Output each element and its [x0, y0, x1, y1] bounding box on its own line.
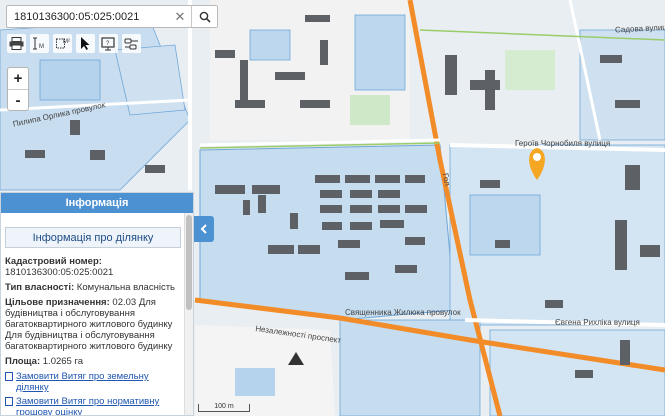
settings-sliders-icon	[124, 38, 138, 49]
parcel-area	[339, 319, 481, 416]
search-box: ✕	[6, 5, 218, 28]
panel-subtitle: Інформація про ділянку	[5, 227, 181, 248]
clear-search-button[interactable]: ✕	[169, 6, 191, 27]
order-valuation-row: Замовити Витяг про нормативну грошову оц…	[5, 396, 181, 415]
printer-icon	[9, 37, 24, 50]
parcel-area	[354, 14, 406, 91]
parcel-info: Кадастровий номер: 1810136300:05:025:002…	[5, 256, 181, 415]
select-button[interactable]	[76, 34, 95, 53]
panel-title: Інформація	[1, 193, 193, 213]
panel-body: Інформація про ділянку Кадастровий номер…	[1, 213, 185, 415]
search-button[interactable]	[191, 6, 217, 27]
purpose-label: Цільове призначення:	[5, 297, 110, 308]
cadastral-label: Кадастровий номер:	[5, 256, 102, 267]
info-screen-button[interactable]: ?	[99, 34, 118, 53]
green-area	[505, 50, 555, 90]
parcel-area	[579, 29, 665, 141]
area-icon: M²	[56, 38, 70, 49]
monitor-icon: ?	[101, 36, 115, 50]
area-label: Площа:	[5, 356, 41, 367]
svg-text:?: ?	[106, 41, 110, 47]
zoom-control: + -	[7, 67, 29, 111]
ruler-icon: M	[33, 37, 44, 50]
parcel-area	[39, 59, 101, 101]
measure-distance-button[interactable]: M	[30, 34, 49, 53]
area-value: 1.0265 га	[42, 356, 84, 367]
cadastral-value: 1810136300:05:025:0021	[5, 267, 114, 278]
chevron-left-icon	[200, 224, 207, 234]
parcel-area	[249, 29, 291, 61]
cursor-icon	[81, 37, 90, 50]
green-area	[350, 95, 390, 125]
layers-button[interactable]	[122, 34, 141, 53]
map-scale: 100 m	[198, 403, 250, 412]
ownership-label: Тип власності:	[5, 282, 75, 293]
order-extract-row: Замовити Витяг про земельну ділянку	[5, 371, 181, 393]
info-panel: Інформація Інформація про ділянку Кадаст…	[0, 192, 194, 416]
zoom-out-button[interactable]: -	[8, 89, 28, 110]
document-icon	[5, 397, 13, 406]
scrollbar-thumb[interactable]	[186, 215, 192, 310]
search-icon	[199, 11, 211, 23]
parcel-area	[199, 144, 456, 321]
water-area	[235, 368, 275, 396]
zoom-in-button[interactable]: +	[8, 68, 28, 89]
panel-scrollbar[interactable]	[184, 213, 193, 415]
street-label-chornobyl: Героїв Чорнобиля вулиця	[515, 139, 611, 148]
document-icon	[5, 372, 13, 381]
print-button[interactable]	[7, 34, 26, 53]
street-label-sviashchennyka: Священника Жилюка провулок	[345, 308, 461, 317]
measure-area-button[interactable]: M²	[53, 34, 72, 53]
order-valuation-extract-link[interactable]: Замовити Витяг про нормативну грошову оц…	[16, 396, 181, 415]
svg-text:M: M	[39, 44, 44, 50]
collapse-panel-button[interactable]	[194, 216, 214, 242]
street-label-yevhena-rykhlika: Євгена Рихліка вулиця	[555, 318, 640, 327]
ownership-value: Комунальна власність	[76, 282, 175, 293]
order-land-extract-link[interactable]: Замовити Витяг про земельну ділянку	[16, 371, 181, 393]
purpose-extra: Для будівництва і обслуговування багаток…	[5, 330, 173, 352]
map-toolbar: M M² ?	[7, 34, 141, 53]
svg-text:M²: M²	[63, 39, 70, 45]
search-input[interactable]	[7, 6, 169, 27]
